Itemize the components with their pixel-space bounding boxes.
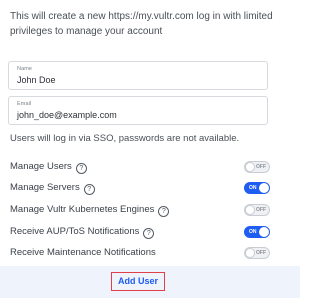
toggle-state: ON — [249, 185, 257, 191]
permission-manage-users: Manage Users? OFF — [10, 159, 270, 175]
email-field-value[interactable]: john_doe@example.com — [17, 110, 117, 120]
permission-label: Receive Maintenance Notifications — [10, 247, 156, 258]
toggle-state: OFF — [256, 250, 266, 256]
name-field-value[interactable]: John Doe — [17, 75, 56, 85]
help-icon[interactable]: ? — [83, 184, 95, 195]
maintenance-notifications-toggle[interactable]: OFF — [244, 247, 270, 259]
toggle-knob — [245, 162, 255, 172]
name-field[interactable]: Name John Doe — [8, 61, 268, 90]
toggle-state: OFF — [256, 207, 266, 213]
help-icon[interactable]: ? — [158, 206, 170, 217]
email-field-label: Email — [17, 101, 32, 107]
help-icon[interactable]: ? — [143, 228, 155, 239]
permission-label: Manage Servers? — [10, 182, 95, 195]
toggle-knob — [259, 227, 269, 237]
manage-users-toggle[interactable]: OFF — [244, 161, 270, 173]
permission-manage-kubernetes: Manage Vultr Kubernetes Engines? OFF — [10, 202, 270, 218]
toggle-state: OFF — [256, 164, 266, 170]
permission-manage-servers: Manage Servers? ON — [10, 180, 270, 196]
permission-maintenance-notifications: Receive Maintenance Notifications OFF — [10, 245, 270, 261]
permission-label: Manage Users? — [10, 161, 87, 174]
manage-servers-toggle[interactable]: ON — [244, 182, 270, 194]
add-user-button[interactable]: Add User — [111, 272, 165, 291]
dialog-footer: Add User — [0, 266, 300, 298]
aup-tos-notifications-toggle[interactable]: ON — [244, 226, 270, 238]
email-field[interactable]: Email john_doe@example.com — [8, 96, 268, 125]
toggle-knob — [245, 205, 255, 215]
permission-label: Receive AUP/ToS Notifications? — [10, 226, 155, 239]
toggle-knob — [259, 183, 269, 193]
help-icon[interactable]: ? — [75, 163, 87, 174]
name-field-label: Name — [17, 66, 33, 72]
intro-text: This will create a new https://my.vultr.… — [10, 11, 273, 37]
sso-note: Users will log in via SSO, passwords are… — [10, 133, 240, 144]
toggle-knob — [245, 248, 255, 258]
manage-kubernetes-toggle[interactable]: OFF — [244, 204, 270, 216]
toggle-state: ON — [249, 229, 257, 235]
permission-label: Manage Vultr Kubernetes Engines? — [10, 204, 170, 217]
permission-aup-tos-notifications: Receive AUP/ToS Notifications? ON — [10, 224, 270, 240]
